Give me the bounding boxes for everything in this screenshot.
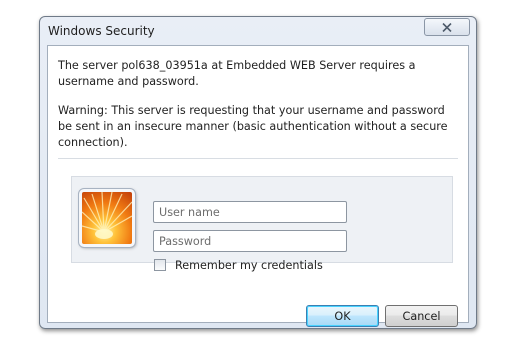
windows-security-dialog: Windows Security The server pol638_03951… xyxy=(39,16,477,329)
cancel-button[interactable]: Cancel xyxy=(385,305,458,327)
username-input[interactable] xyxy=(153,201,347,223)
close-icon xyxy=(442,22,452,32)
ok-button[interactable]: OK xyxy=(306,305,379,327)
credential-panel: Remember my credentials xyxy=(71,176,453,272)
server-message: The server pol638_03951a at Embedded WEB… xyxy=(58,59,416,88)
title-bar[interactable]: Windows Security xyxy=(40,17,476,45)
separator xyxy=(58,158,458,159)
dialog-content: The server pol638_03951a at Embedded WEB… xyxy=(47,45,469,323)
user-tile-flower-icon xyxy=(78,188,136,248)
remember-credentials-label: Remember my credentials xyxy=(175,258,323,272)
password-input[interactable] xyxy=(153,230,347,252)
remember-credentials-option[interactable]: Remember my credentials xyxy=(154,258,323,272)
remember-credentials-checkbox[interactable] xyxy=(154,259,166,271)
warning-message: Warning: This server is requesting that … xyxy=(58,104,448,149)
window-title: Windows Security xyxy=(48,24,155,38)
close-button[interactable] xyxy=(424,18,470,36)
